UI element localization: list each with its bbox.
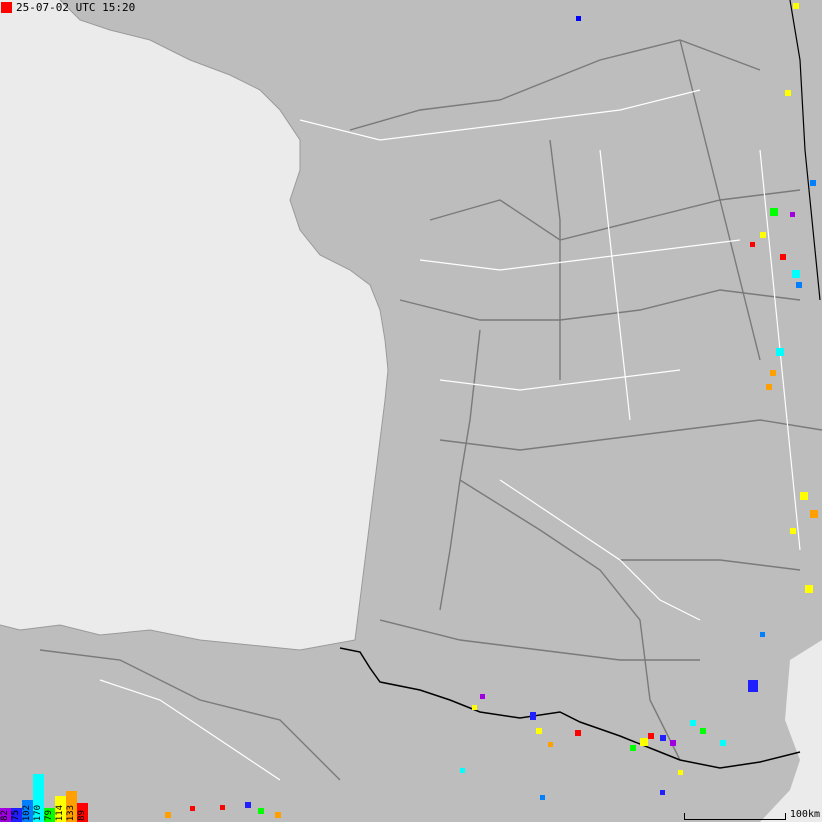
legend: 82 75 102 170 79 114 133 89 [0, 774, 88, 822]
legend-label: 114 [55, 804, 65, 821]
legend-bar: 114 [55, 796, 66, 822]
legend-bar: 75 [11, 808, 22, 822]
scale-line [683, 813, 786, 820]
legend-bar: 82 [0, 808, 11, 822]
legend-label: 133 [66, 804, 76, 821]
legend-label: 89 [77, 810, 87, 821]
legend-bar: 89 [77, 803, 88, 822]
legend-label: 82 [0, 810, 10, 821]
scale-bar: 100km [683, 809, 820, 820]
timestamp-marker [1, 2, 12, 13]
legend-label: 170 [33, 804, 43, 821]
legend-bar: 79 [44, 808, 55, 822]
legend-bar: 133 [66, 791, 77, 822]
legend-label: 75 [11, 810, 21, 821]
legend-label: 79 [44, 810, 54, 821]
timestamp-label: 25-07-02 UTC 15:20 [0, 0, 135, 14]
scale-label: 100km [789, 809, 820, 820]
legend-bar: 170 [33, 774, 44, 822]
timestamp-text: 25-07-02 UTC 15:20 [16, 0, 136, 14]
lightning-map [0, 0, 822, 822]
legend-bar: 102 [22, 800, 33, 822]
legend-label: 102 [22, 804, 32, 821]
